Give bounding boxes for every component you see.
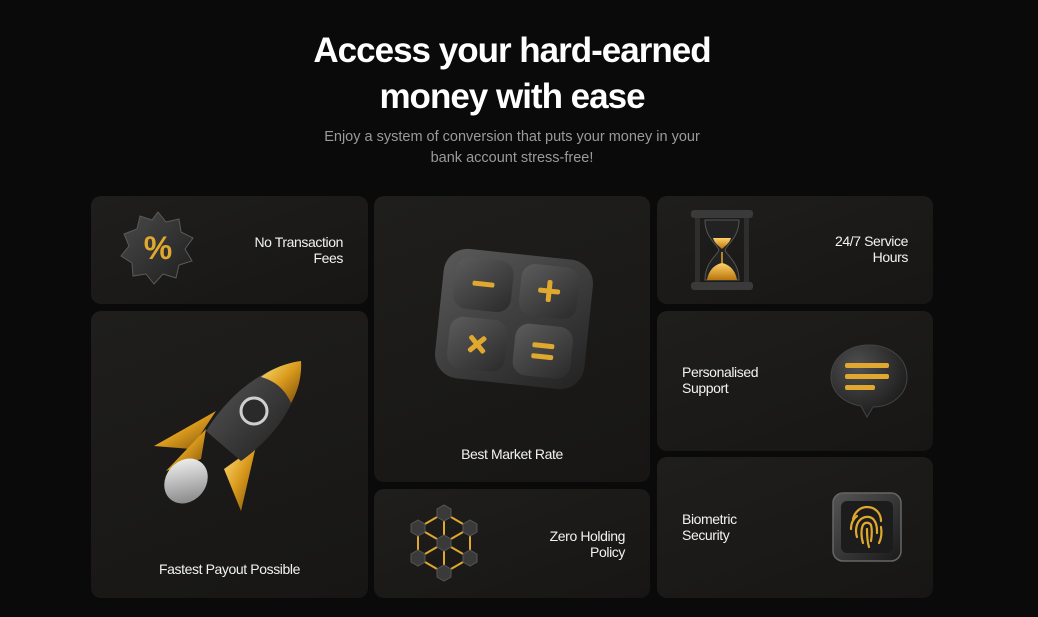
feature-card-payout: Fastest Payout Possible: [91, 311, 368, 598]
feature-label-service-hours: 24/7 Service Hours: [835, 233, 908, 265]
feature-card-zero-holding: Zero Holding Policy: [374, 489, 650, 598]
feature-card-service-hours: 24/7 Service Hours: [657, 196, 933, 304]
feature-label-security: Biometric Security: [682, 511, 737, 543]
feature-label-security-line1: Biometric: [682, 511, 737, 527]
page-title: Access your hard-earned money with ease: [0, 28, 1024, 120]
page-subtitle-line1: Enjoy a system of conversion that puts y…: [324, 129, 700, 145]
feature-label-market-rate: Best Market Rate: [461, 446, 563, 462]
feature-label-zero-holding-line1: Zero Holding: [549, 528, 626, 544]
feature-label-security-line2: Security: [682, 527, 730, 543]
rocket-icon: [154, 361, 302, 511]
page-title-line2: money with ease: [379, 77, 645, 116]
calculator-icon: [434, 248, 594, 390]
chat-bubble-icon: [830, 344, 908, 419]
page-subtitle: Enjoy a system of conversion that puts y…: [0, 127, 1024, 169]
feature-label-no-fees-line1: No Transaction: [254, 234, 343, 250]
feature-card-market-rate: Best Market Rate: [374, 196, 650, 482]
feature-label-support-line1: Personalised: [682, 364, 759, 380]
page-title-line1: Access your hard-earned: [313, 31, 711, 70]
feature-label-no-fees-line2: Fees: [313, 250, 343, 266]
svg-text:%: %: [144, 230, 172, 266]
feature-label-support: Personalised Support: [682, 364, 759, 396]
feature-label-zero-holding-line2: Policy: [590, 544, 625, 560]
hexagon-network-icon: [410, 504, 478, 582]
feature-label-zero-holding: Zero Holding Policy: [549, 528, 626, 560]
fingerprint-icon: [832, 492, 902, 562]
feature-label-service-hours-line1: 24/7 Service: [834, 233, 908, 249]
feature-label-payout: Fastest Payout Possible: [159, 561, 300, 577]
feature-label-no-fees: No Transaction Fees: [254, 234, 343, 266]
feature-card-support: Personalised Support: [657, 311, 933, 451]
feature-card-no-fees: % No Transaction Fees: [91, 196, 368, 304]
percent-badge-icon: %: [120, 211, 194, 285]
feature-card-security: Biometric Security: [657, 457, 933, 598]
hourglass-icon: [691, 210, 753, 290]
feature-label-service-hours-line2: Hours: [872, 249, 909, 265]
feature-label-support-line2: Support: [682, 380, 729, 396]
page-subtitle-line2: bank account stress-free!: [430, 150, 594, 166]
